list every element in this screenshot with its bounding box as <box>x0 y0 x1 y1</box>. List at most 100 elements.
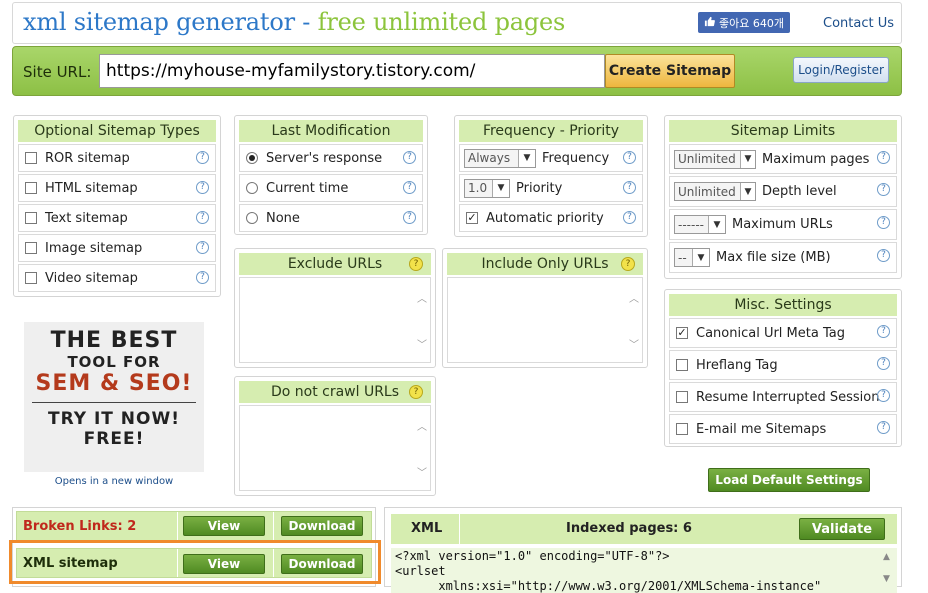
depth-level-label: Depth level <box>762 184 837 199</box>
help-icon[interactable]: ? <box>409 385 423 399</box>
scroll-down-icon[interactable]: ﹀ <box>417 336 427 351</box>
frequency-label: Frequency <box>542 150 610 166</box>
option-canonical-url-meta-tag[interactable]: ✓ Canonical Url Meta Tag? <box>669 318 897 348</box>
scroll-down-icon[interactable]: ▼ <box>883 574 890 584</box>
help-icon[interactable]: ? <box>403 151 416 164</box>
scroll-up-icon[interactable]: ︿ <box>629 290 639 305</box>
validate-button[interactable]: Validate <box>799 518 885 540</box>
scroll-down-icon[interactable]: ﹀ <box>417 464 427 479</box>
scroll-up-icon[interactable]: ▲ <box>883 552 890 562</box>
automatic-priority-row[interactable]: ✓ Automatic priority ? <box>459 204 643 232</box>
do-not-crawl-urls-textarea[interactable]: ︿ ﹀ <box>239 405 431 491</box>
option-image-sitemap[interactable]: Image sitemap? <box>18 234 216 262</box>
option-html-sitemap[interactable]: HTML sitemap? <box>18 174 216 202</box>
checkbox-checked[interactable]: ✓ <box>466 212 478 224</box>
radio-servers-response[interactable]: Server's response? <box>239 144 423 172</box>
help-icon[interactable]: ? <box>877 183 890 196</box>
checkbox[interactable] <box>25 272 37 284</box>
help-icon[interactable]: ? <box>623 211 636 224</box>
site-title: xml sitemap generator - free unlimited p… <box>23 8 565 36</box>
promo-banner[interactable]: THE BEST TOOL FOR SEM & SEO! TRY IT NOW!… <box>24 322 204 472</box>
help-icon[interactable]: ? <box>623 181 636 194</box>
facebook-like-button[interactable]: 좋아요 640개 <box>698 12 790 33</box>
help-icon[interactable]: ? <box>877 421 890 434</box>
panel-title: Misc. Settings <box>669 294 897 316</box>
checkbox[interactable] <box>25 242 37 254</box>
radio-button[interactable] <box>246 152 258 164</box>
panel-title: Frequency - Priority <box>459 120 643 142</box>
radio-button[interactable] <box>246 182 258 194</box>
option-label: E-mail me Sitemaps <box>696 421 827 437</box>
option-hreflang-tag[interactable]: Hreflang Tag? <box>669 350 897 380</box>
help-icon[interactable]: ? <box>403 211 416 224</box>
checkbox[interactable] <box>25 152 37 164</box>
help-icon[interactable]: ? <box>196 241 209 254</box>
help-icon[interactable]: ? <box>196 271 209 284</box>
help-icon[interactable]: ? <box>196 181 209 194</box>
priority-select[interactable]: 1.0 ▼ <box>464 178 510 198</box>
checkbox-checked[interactable]: ✓ <box>676 327 688 339</box>
help-icon[interactable]: ? <box>196 151 209 164</box>
broken-links-download-button[interactable]: Download <box>281 516 363 536</box>
help-icon[interactable]: ? <box>877 151 890 164</box>
xml-code-output[interactable]: <?xml version="1.0" encoding="UTF-8"?> <u… <box>391 548 897 593</box>
max-file-size-select[interactable]: -- ▼ <box>674 248 710 267</box>
load-default-settings-button[interactable]: Load Default Settings <box>708 468 870 492</box>
help-icon[interactable]: ? <box>877 357 890 370</box>
max-pages-select[interactable]: Unlimited ▼ <box>674 149 756 169</box>
misc-settings-panel: Misc. Settings ✓ Canonical Url Meta Tag? … <box>664 289 902 447</box>
max-urls-label: Maximum URLs <box>732 217 833 232</box>
sitemap-limits-panel: Sitemap Limits Unlimited ▼ Maximum pages … <box>664 115 902 279</box>
max-file-size-row: -- ▼ Max file size (MB) ? <box>669 242 897 273</box>
select-value: Unlimited <box>678 184 736 199</box>
help-icon[interactable]: ? <box>877 325 890 338</box>
help-icon[interactable]: ? <box>623 151 636 164</box>
radio-button[interactable] <box>246 212 258 224</box>
broken-links-view-button[interactable]: View <box>183 516 265 536</box>
help-icon[interactable]: ? <box>403 181 416 194</box>
scroll-down-icon[interactable]: ﹀ <box>629 336 639 351</box>
option-email-me-sitemaps[interactable]: E-mail me Sitemaps? <box>669 414 897 444</box>
panel-title-text: Do not crawl URLs <box>270 384 400 400</box>
create-sitemap-button[interactable]: Create Sitemap <box>605 54 735 88</box>
scroll-up-icon[interactable]: ︿ <box>417 290 427 305</box>
xml-tab[interactable]: XML <box>411 521 442 536</box>
site-url-input[interactable] <box>99 54 605 88</box>
help-icon[interactable]: ? <box>877 249 890 262</box>
option-resume-interrupted-session[interactable]: Resume Interrupted Session? <box>669 382 897 412</box>
indexed-pages-count: Indexed pages: 6 <box>566 521 692 536</box>
help-icon[interactable]: ? <box>877 389 890 402</box>
checkbox[interactable] <box>676 391 688 403</box>
scroll-up-icon[interactable]: ︿ <box>417 418 427 433</box>
checkbox[interactable] <box>676 359 688 371</box>
help-icon[interactable]: ? <box>621 257 635 271</box>
help-icon[interactable]: ? <box>877 216 890 229</box>
max-urls-select[interactable]: ------ ▼ <box>674 215 726 234</box>
checkbox[interactable] <box>25 212 37 224</box>
option-label: Image sitemap <box>45 240 143 256</box>
select-value: Always <box>468 151 511 165</box>
panel-title: Exclude URLs? <box>239 253 431 275</box>
checkbox[interactable] <box>676 423 688 435</box>
frequency-select[interactable]: Always ▼ <box>464 148 536 168</box>
highlight-box <box>9 540 381 584</box>
option-label: Resume Interrupted Session <box>696 389 880 405</box>
include-only-urls-textarea[interactable]: ︿ ﹀ <box>447 277 643 363</box>
contact-link[interactable]: Contact Us <box>823 16 894 31</box>
option-label: Video sitemap <box>45 270 138 286</box>
last-modification-panel: Last Modification Server's response? Cur… <box>234 115 428 235</box>
exclude-urls-textarea[interactable]: ︿ ﹀ <box>239 277 431 363</box>
checkbox[interactable] <box>25 182 37 194</box>
help-icon[interactable]: ? <box>196 211 209 224</box>
help-icon[interactable]: ? <box>409 257 423 271</box>
login-register-button[interactable]: Login/Register <box>793 57 889 83</box>
option-video-sitemap[interactable]: Video sitemap? <box>18 264 216 292</box>
radio-none[interactable]: None? <box>239 204 423 232</box>
depth-level-select[interactable]: Unlimited ▼ <box>674 182 756 201</box>
option-text-sitemap[interactable]: Text sitemap? <box>18 204 216 232</box>
radio-current-time[interactable]: Current time? <box>239 174 423 202</box>
broken-links-row: Broken Links: 2 View Download <box>16 511 372 541</box>
promo-line-4: TRY IT NOW! <box>47 409 180 429</box>
xml-output-header: XML Indexed pages: 6 Validate <box>391 514 897 544</box>
option-ror-sitemap[interactable]: ROR sitemap? <box>18 144 216 172</box>
